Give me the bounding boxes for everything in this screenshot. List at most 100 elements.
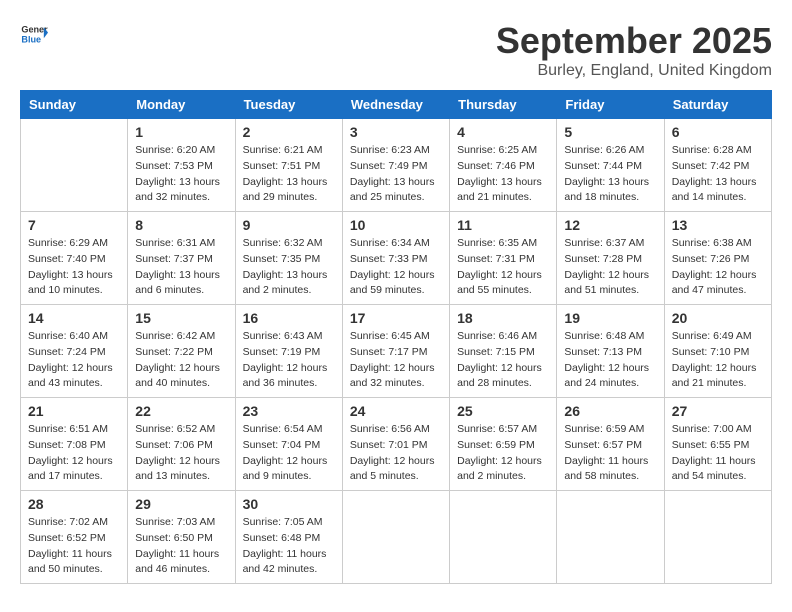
day-info: Sunrise: 6:48 AM Sunset: 7:13 PM Dayligh… xyxy=(564,329,656,392)
day-number: 10 xyxy=(350,217,442,233)
calendar-table: SundayMondayTuesdayWednesdayThursdayFrid… xyxy=(20,90,772,584)
day-info: Sunrise: 6:59 AM Sunset: 6:57 PM Dayligh… xyxy=(564,422,656,485)
day-info: Sunrise: 6:20 AM Sunset: 7:53 PM Dayligh… xyxy=(135,143,227,206)
day-number: 1 xyxy=(135,124,227,140)
day-info: Sunrise: 6:40 AM Sunset: 7:24 PM Dayligh… xyxy=(28,329,120,392)
calendar-day-cell: 2 Sunrise: 6:21 AM Sunset: 7:51 PM Daylig… xyxy=(235,119,342,212)
calendar-day-cell: 26 Sunrise: 6:59 AM Sunset: 6:57 PM Dayli… xyxy=(557,398,664,491)
day-info: Sunrise: 7:00 AM Sunset: 6:55 PM Dayligh… xyxy=(672,422,764,485)
day-number: 11 xyxy=(457,217,549,233)
day-number: 22 xyxy=(135,403,227,419)
day-header-wednesday: Wednesday xyxy=(342,91,449,119)
day-info: Sunrise: 6:52 AM Sunset: 7:06 PM Dayligh… xyxy=(135,422,227,485)
day-number: 16 xyxy=(243,310,335,326)
calendar-day-cell: 17Sunrise: 6:45 AM Sunset: 7:17 PM Dayli… xyxy=(342,305,449,398)
day-number: 9 xyxy=(243,217,335,233)
day-header-sunday: Sunday xyxy=(21,91,128,119)
day-info: Sunrise: 6:29 AM Sunset: 7:40 PM Dayligh… xyxy=(28,236,120,299)
day-header-monday: Monday xyxy=(128,91,235,119)
calendar-day-cell xyxy=(342,491,449,584)
calendar-day-cell: 19 Sunrise: 6:48 AM Sunset: 7:13 PM Dayli… xyxy=(557,305,664,398)
day-number: 21 xyxy=(28,403,120,419)
calendar-day-cell: 10 Sunrise: 6:34 AM Sunset: 7:33 PM Dayli… xyxy=(342,212,449,305)
title-area: September 2025 Burley, England, United K… xyxy=(496,20,772,80)
calendar-day-cell: 21 Sunrise: 6:51 AM Sunset: 7:08 PM Dayli… xyxy=(21,398,128,491)
general-blue-logo-icon: General Blue xyxy=(20,20,48,48)
day-info: Sunrise: 6:49 AM Sunset: 7:10 PM Dayligh… xyxy=(672,329,764,392)
day-info: Sunrise: 6:38 AM Sunset: 7:26 PM Dayligh… xyxy=(672,236,764,299)
calendar-day-cell xyxy=(557,491,664,584)
header: General Blue September 2025 Burley, Engl… xyxy=(20,20,772,80)
day-number: 24 xyxy=(350,403,442,419)
calendar-day-cell: 23 Sunrise: 6:54 AM Sunset: 7:04 PM Dayli… xyxy=(235,398,342,491)
day-number: 26 xyxy=(564,403,656,419)
day-info: Sunrise: 6:56 AM Sunset: 7:01 PM Dayligh… xyxy=(350,422,442,485)
day-number: 7 xyxy=(28,217,120,233)
day-number: 27 xyxy=(672,403,764,419)
calendar-header-row: SundayMondayTuesdayWednesdayThursdayFrid… xyxy=(21,91,772,119)
calendar-week-row: 28 Sunrise: 7:02 AM Sunset: 6:52 PM Dayli… xyxy=(21,491,772,584)
day-number: 19 xyxy=(564,310,656,326)
day-number: 23 xyxy=(243,403,335,419)
calendar-day-cell: 7 Sunrise: 6:29 AM Sunset: 7:40 PM Daylig… xyxy=(21,212,128,305)
calendar-day-cell: 28 Sunrise: 7:02 AM Sunset: 6:52 PM Dayli… xyxy=(21,491,128,584)
day-number: 28 xyxy=(28,496,120,512)
calendar-day-cell xyxy=(21,119,128,212)
calendar-day-cell: 3Sunrise: 6:23 AM Sunset: 7:49 PM Daylig… xyxy=(342,119,449,212)
day-header-thursday: Thursday xyxy=(450,91,557,119)
day-info: Sunrise: 6:35 AM Sunset: 7:31 PM Dayligh… xyxy=(457,236,549,299)
day-number: 25 xyxy=(457,403,549,419)
day-info: Sunrise: 6:54 AM Sunset: 7:04 PM Dayligh… xyxy=(243,422,335,485)
day-number: 20 xyxy=(672,310,764,326)
day-header-saturday: Saturday xyxy=(664,91,771,119)
day-info: Sunrise: 6:43 AM Sunset: 7:19 PM Dayligh… xyxy=(243,329,335,392)
calendar-day-cell: 27 Sunrise: 7:00 AM Sunset: 6:55 PM Dayli… xyxy=(664,398,771,491)
day-info: Sunrise: 6:34 AM Sunset: 7:33 PM Dayligh… xyxy=(350,236,442,299)
day-header-friday: Friday xyxy=(557,91,664,119)
calendar-day-cell xyxy=(450,491,557,584)
calendar-day-cell: 4Sunrise: 6:25 AM Sunset: 7:46 PM Daylig… xyxy=(450,119,557,212)
calendar-day-cell: 24 Sunrise: 6:56 AM Sunset: 7:01 PM Dayli… xyxy=(342,398,449,491)
calendar-day-cell: 22 Sunrise: 6:52 AM Sunset: 7:06 PM Dayli… xyxy=(128,398,235,491)
calendar-week-row: 7 Sunrise: 6:29 AM Sunset: 7:40 PM Daylig… xyxy=(21,212,772,305)
day-info: Sunrise: 6:37 AM Sunset: 7:28 PM Dayligh… xyxy=(564,236,656,299)
day-number: 17 xyxy=(350,310,442,326)
day-number: 13 xyxy=(672,217,764,233)
day-number: 6 xyxy=(672,124,764,140)
calendar-day-cell: 25 Sunrise: 6:57 AM Sunset: 6:59 PM Dayli… xyxy=(450,398,557,491)
calendar-day-cell: 14Sunrise: 6:40 AM Sunset: 7:24 PM Dayli… xyxy=(21,305,128,398)
calendar-day-cell: 5Sunrise: 6:26 AM Sunset: 7:44 PM Daylig… xyxy=(557,119,664,212)
day-info: Sunrise: 7:02 AM Sunset: 6:52 PM Dayligh… xyxy=(28,515,120,578)
day-info: Sunrise: 6:51 AM Sunset: 7:08 PM Dayligh… xyxy=(28,422,120,485)
svg-text:Blue: Blue xyxy=(21,34,41,44)
day-number: 15 xyxy=(135,310,227,326)
day-number: 3 xyxy=(350,124,442,140)
day-info: Sunrise: 6:42 AM Sunset: 7:22 PM Dayligh… xyxy=(135,329,227,392)
calendar-day-cell: 18Sunrise: 6:46 AM Sunset: 7:15 PM Dayli… xyxy=(450,305,557,398)
day-number: 12 xyxy=(564,217,656,233)
day-number: 30 xyxy=(243,496,335,512)
calendar-day-cell: 13 Sunrise: 6:38 AM Sunset: 7:26 PM Dayli… xyxy=(664,212,771,305)
day-info: Sunrise: 7:03 AM Sunset: 6:50 PM Dayligh… xyxy=(135,515,227,578)
day-info: Sunrise: 7:05 AM Sunset: 6:48 PM Dayligh… xyxy=(243,515,335,578)
calendar-week-row: 1 Sunrise: 6:20 AM Sunset: 7:53 PM Daylig… xyxy=(21,119,772,212)
calendar-day-cell: 9 Sunrise: 6:32 AM Sunset: 7:35 PM Daylig… xyxy=(235,212,342,305)
calendar-day-cell: 6 Sunrise: 6:28 AM Sunset: 7:42 PM Daylig… xyxy=(664,119,771,212)
day-info: Sunrise: 6:32 AM Sunset: 7:35 PM Dayligh… xyxy=(243,236,335,299)
calendar-day-cell: 1 Sunrise: 6:20 AM Sunset: 7:53 PM Daylig… xyxy=(128,119,235,212)
day-info: Sunrise: 6:25 AM Sunset: 7:46 PM Dayligh… xyxy=(457,143,549,206)
calendar-day-cell xyxy=(664,491,771,584)
day-number: 18 xyxy=(457,310,549,326)
calendar-day-cell: 20 Sunrise: 6:49 AM Sunset: 7:10 PM Dayli… xyxy=(664,305,771,398)
calendar-week-row: 14Sunrise: 6:40 AM Sunset: 7:24 PM Dayli… xyxy=(21,305,772,398)
day-info: Sunrise: 6:31 AM Sunset: 7:37 PM Dayligh… xyxy=(135,236,227,299)
day-info: Sunrise: 6:57 AM Sunset: 6:59 PM Dayligh… xyxy=(457,422,549,485)
calendar-day-cell: 30 Sunrise: 7:05 AM Sunset: 6:48 PM Dayli… xyxy=(235,491,342,584)
day-number: 2 xyxy=(243,124,335,140)
calendar-day-cell: 29Sunrise: 7:03 AM Sunset: 6:50 PM Dayli… xyxy=(128,491,235,584)
day-number: 8 xyxy=(135,217,227,233)
day-info: Sunrise: 6:21 AM Sunset: 7:51 PM Dayligh… xyxy=(243,143,335,206)
day-info: Sunrise: 6:28 AM Sunset: 7:42 PM Dayligh… xyxy=(672,143,764,206)
calendar-day-cell: 15 Sunrise: 6:42 AM Sunset: 7:22 PM Dayli… xyxy=(128,305,235,398)
calendar-day-cell: 8 Sunrise: 6:31 AM Sunset: 7:37 PM Daylig… xyxy=(128,212,235,305)
